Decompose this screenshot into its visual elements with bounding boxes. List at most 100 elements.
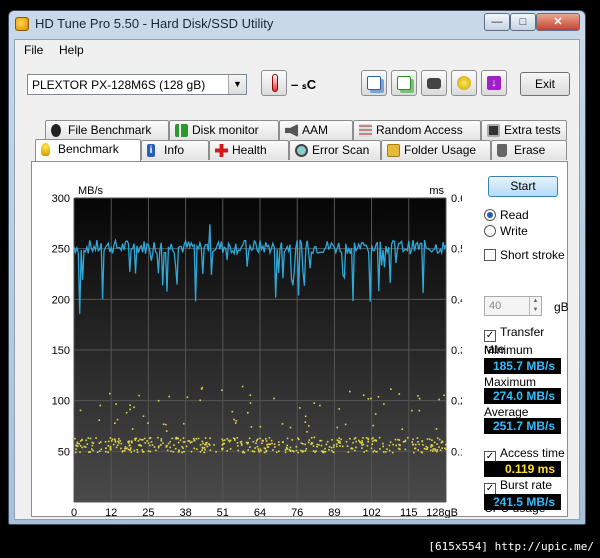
access-time-point [147,450,150,452]
access-time-point [162,423,165,425]
access-time-point [438,446,440,448]
access-time-point [338,408,340,410]
radio-dot[interactable] [484,225,496,237]
short-stroke-stepper[interactable]: 40 ▲ ▼ [484,296,542,316]
access-time-point [382,442,384,445]
menu-file[interactable]: File [24,43,43,57]
access-time-point [133,406,135,409]
download-button[interactable]: ↓ [481,70,507,96]
exit-button[interactable]: Exit [520,72,570,96]
access-time-point [272,449,274,451]
access-time-point [92,442,95,444]
y-tick-left: 50 [58,446,70,458]
access-time-point [300,449,302,452]
read-label: Read [500,208,529,222]
access-time-point [232,437,235,439]
access-time-point [441,441,444,443]
read-radio[interactable]: Read [484,208,529,222]
minimize-button[interactable]: — [484,13,510,31]
start-button[interactable]: Start [488,176,558,197]
access-time-point [142,451,145,453]
access-time-point [382,445,384,448]
tab-random-access[interactable]: Random Access [353,120,481,140]
access-time-point [109,437,112,439]
checkbox-box[interactable] [484,249,496,261]
access-time-point [120,442,123,445]
menu-help[interactable]: Help [59,43,84,57]
access-time-point [119,440,121,442]
tab-health[interactable]: Health [209,140,289,160]
drive-select[interactable]: PLEXTOR PX-128M6S (128 gB) ▼ [27,74,247,95]
access-time-point [123,450,126,452]
access-time-point [204,437,207,439]
access-time-point [273,397,275,400]
close-button[interactable]: ✕ [536,13,580,31]
copy-info-button[interactable] [361,70,387,96]
access-time-point [411,409,413,412]
access-time-point [255,442,257,444]
tab-file-benchmark[interactable]: File Benchmark [45,120,169,140]
write-label: Write [500,224,528,238]
burst-rate-checkbox[interactable]: ✓ Burst rate [484,478,552,495]
title-bar[interactable]: HD Tune Pro 5.50 - Hard Disk/SSD Utility… [9,11,585,37]
tab-benchmark[interactable]: Benchmark [35,139,141,161]
access-time-point [328,446,331,448]
x-tick: 115 [400,507,418,518]
access-time-point [417,395,419,397]
tab-folder-usage[interactable]: Folder Usage [381,140,491,160]
access-time-point [411,441,413,443]
tab-label: Random Access [376,123,463,137]
access-time-point [114,438,116,440]
tab-disk-monitor[interactable]: Disk monitor [169,120,279,140]
access-time-point [359,441,362,444]
access-time-point [96,451,99,453]
access-time-point [326,440,329,443]
short-stroke-checkbox[interactable]: Short stroke [484,248,565,262]
status-strip: [615x554] http://upic.me/ [0,537,600,558]
magnifier-icon [295,144,308,157]
access-time-point [377,396,380,398]
write-radio[interactable]: Write [484,224,528,238]
access-time-point [209,449,212,451]
maximize-button[interactable]: □ [510,13,536,31]
tab-extra-tests[interactable]: Extra tests [481,120,567,140]
stepper-arrows-icon[interactable]: ▲ ▼ [529,297,541,315]
check-icon[interactable]: ✓ [484,330,496,342]
tab-info[interactable]: i Info [141,140,209,160]
y-tick-right: 0.40 [451,294,462,306]
access-time-point [282,441,284,444]
chevron-down-icon[interactable]: ▼ [228,75,246,94]
access-time-point [229,439,232,442]
tab-label: Health [232,143,267,157]
access-time-point [137,440,140,442]
access-time-point [274,446,276,448]
access-time-point [445,443,447,446]
copy-all-button[interactable] [391,70,417,96]
access-time-point [320,444,323,447]
client-area: File Help PLEXTOR PX-128M6S (128 gB) ▼ –… [14,39,580,520]
radio-dot[interactable] [484,209,496,221]
y-tick-right: 0.10 [451,446,462,458]
tab-error-scan[interactable]: Error Scan [289,140,381,160]
y-tick-left: 250 [52,244,70,256]
access-time-point [136,449,138,451]
access-time-point [308,425,310,427]
drive-select-value: PLEXTOR PX-128M6S (128 gB) [32,78,206,92]
access-time-point [311,442,314,445]
options-button[interactable] [451,70,477,96]
access-time-point [397,438,399,441]
access-time-point [265,440,268,442]
screenshot-button[interactable] [421,70,447,96]
temperature-button[interactable] [261,70,287,96]
access-time-point [173,444,175,446]
access-time-point [118,442,120,444]
access-time-point [236,437,239,439]
access-time-point [213,444,215,446]
access-time-point [139,438,141,441]
coins-icon [457,76,471,90]
access-time-point [314,451,316,453]
access-time-point [362,394,365,396]
tab-erase[interactable]: Erase [491,140,567,160]
access-time-point [265,438,267,440]
tab-aam[interactable]: AAM [279,120,353,140]
